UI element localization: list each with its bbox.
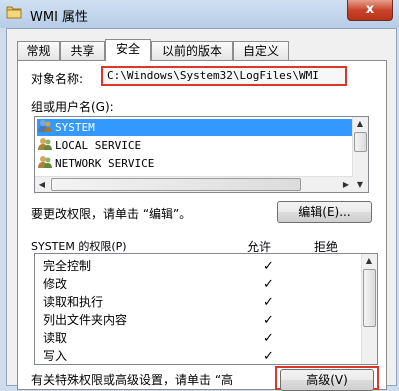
advanced-hint-text: 有关特殊权限或高级设置，请单击 “高 [31,373,234,387]
scroll-down-icon[interactable]: ▼ [353,180,367,190]
groups-label: 组或用户名(G): [31,100,114,114]
permission-row: 完全控制 ✓ [43,258,353,275]
scroll-thumb[interactable] [354,132,367,152]
tab-general[interactable]: 常规 [17,41,60,60]
advanced-button[interactable]: 高级(V) [280,369,374,391]
permission-name: 读取 [43,331,68,345]
permissions-scrollbar[interactable]: ▲ [361,254,377,364]
permission-name: 列出文件夹内容 [43,313,128,327]
groups-listbox[interactable]: SYSTEM LOCAL SERVICE NETWORK SERVICE ▲ ▼… [34,116,369,193]
allow-check-icon: ✓ [263,277,274,292]
object-name-label: 对象名称: [31,72,84,86]
permissions-header: SYSTEM 的权限(P) [31,240,127,253]
list-item-label: NETWORK SERVICE [55,157,155,170]
permission-row: 修改 ✓ [43,276,353,293]
list-item[interactable]: NETWORK SERVICE [37,155,353,172]
user-icon [38,138,52,150]
tab-previous-versions[interactable]: 以前的版本 [151,41,233,60]
allow-check-icon: ✓ [263,331,274,346]
tab-customize[interactable]: 自定义 [233,41,289,60]
tab-sharing[interactable]: 共享 [60,41,105,60]
scroll-thumb[interactable] [363,269,376,327]
permission-name: 读取和执行 [43,295,104,309]
user-icon [38,120,52,132]
groups-vertical-scrollbar[interactable]: ▲ ▼ [352,117,368,192]
scroll-up-icon[interactable]: ▲ [353,119,367,129]
permission-row: 写入 ✓ [43,348,353,364]
scroll-left-icon[interactable]: ◀ [35,180,49,190]
tab-security[interactable]: 安全 [105,39,151,61]
list-item[interactable]: LOCAL SERVICE [37,137,353,154]
allow-check-icon: ✓ [263,259,274,274]
allow-check-icon: ✓ [263,295,274,310]
allow-check-icon: ✓ [263,313,274,328]
scroll-up-icon[interactable]: ▲ [362,256,376,266]
permission-row: 列出文件夹内容 ✓ [43,312,353,329]
permission-name: 写入 [43,349,68,363]
folder-icon [6,6,22,19]
list-item[interactable]: SYSTEM [37,119,353,136]
groups-horizontal-scrollbar[interactable]: ◀ ▶ [35,176,353,192]
permissions-list: 完全控制 ✓ 修改 ✓ 读取和执行 ✓ 列出文件夹内容 ✓ 读取 ✓ 写入 ✓ ▲ [34,253,378,365]
scroll-right-icon[interactable]: ▶ [339,180,353,190]
edit-button[interactable]: 编辑(E)... [277,201,372,223]
object-name-value: C:\Windows\System32\LogFiles\WMI [101,66,347,86]
close-icon: x [365,2,375,17]
permission-row: 读取 ✓ [43,330,353,347]
permission-row: 读取和执行 ✓ [43,294,353,311]
title-bar: WMI 属性 x [0,0,399,28]
list-item-label: SYSTEM [55,121,95,134]
edit-hint-text: 要更改权限，请单击 “编辑”。 [31,207,192,221]
permission-name: 完全控制 [43,259,92,273]
close-button[interactable]: x [347,0,393,21]
list-item-label: LOCAL SERVICE [55,139,142,152]
allow-check-icon: ✓ [263,349,274,364]
user-icon [38,156,52,168]
permission-name: 修改 [43,277,68,291]
scroll-thumb[interactable] [51,178,301,191]
window-title: WMI 属性 [30,10,89,25]
